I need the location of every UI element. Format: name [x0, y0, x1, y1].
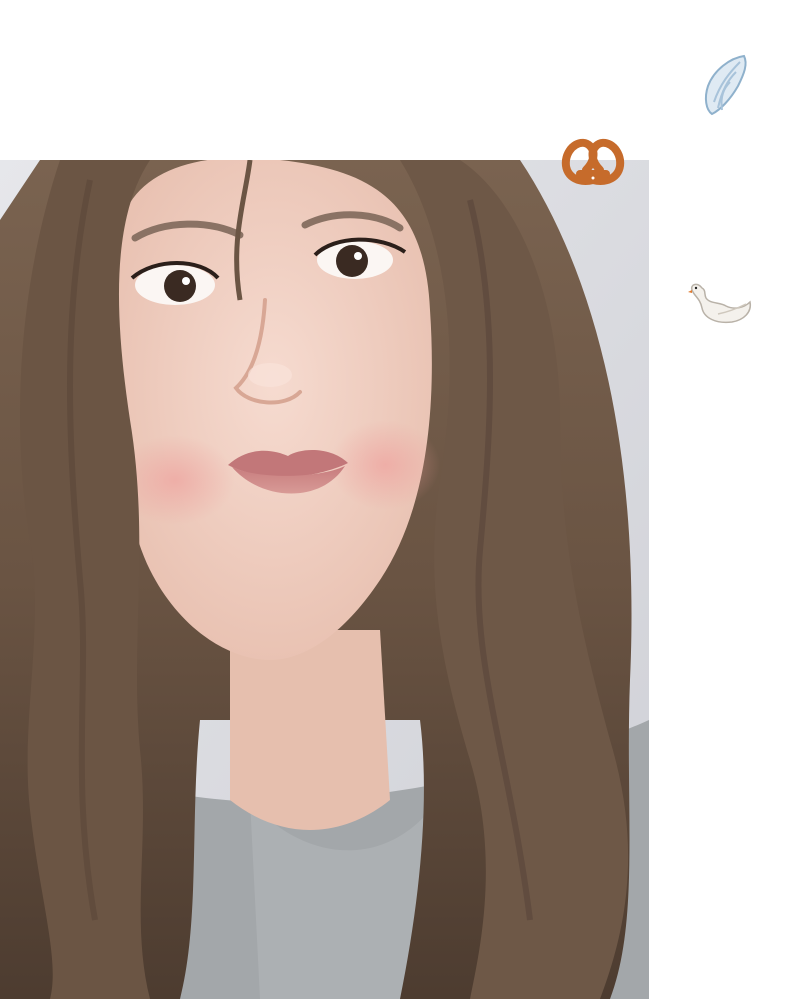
story-canvas [0, 0, 800, 999]
portrait-illustration [0, 160, 649, 999]
portrait-photo [0, 160, 649, 999]
wing-icon [700, 52, 750, 118]
pretzel-icon [560, 132, 626, 188]
swan-icon [688, 278, 754, 330]
